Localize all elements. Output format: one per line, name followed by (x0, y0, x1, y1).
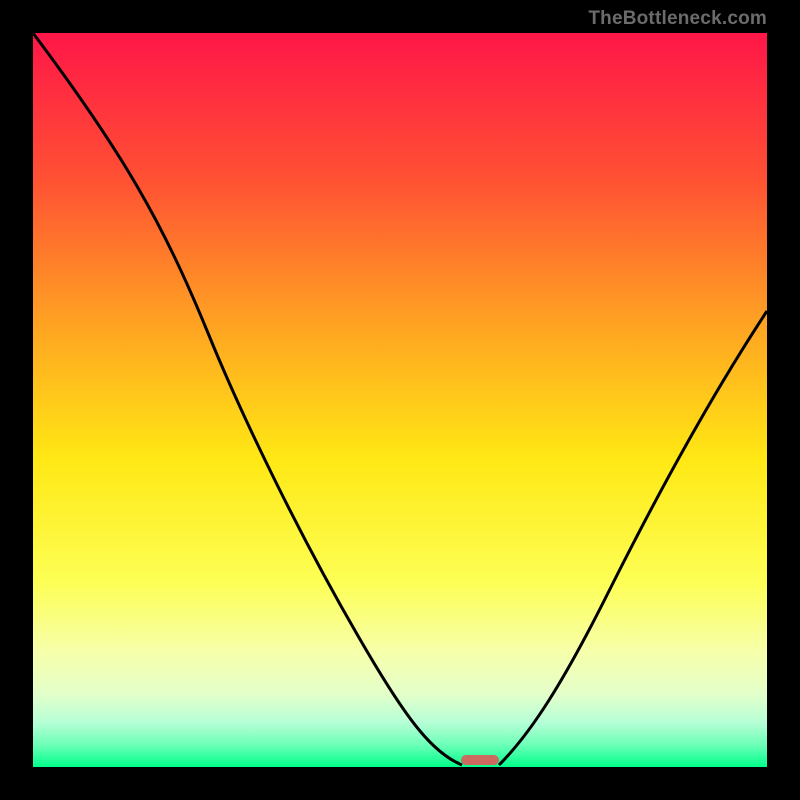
left-curve (33, 33, 462, 765)
plot-area (33, 33, 767, 767)
chart-container: TheBottleneck.com (0, 0, 800, 800)
curve-svg (33, 33, 767, 767)
bottleneck-marker (461, 755, 499, 765)
watermark-text: TheBottleneck.com (588, 8, 767, 30)
right-curve (499, 311, 767, 765)
